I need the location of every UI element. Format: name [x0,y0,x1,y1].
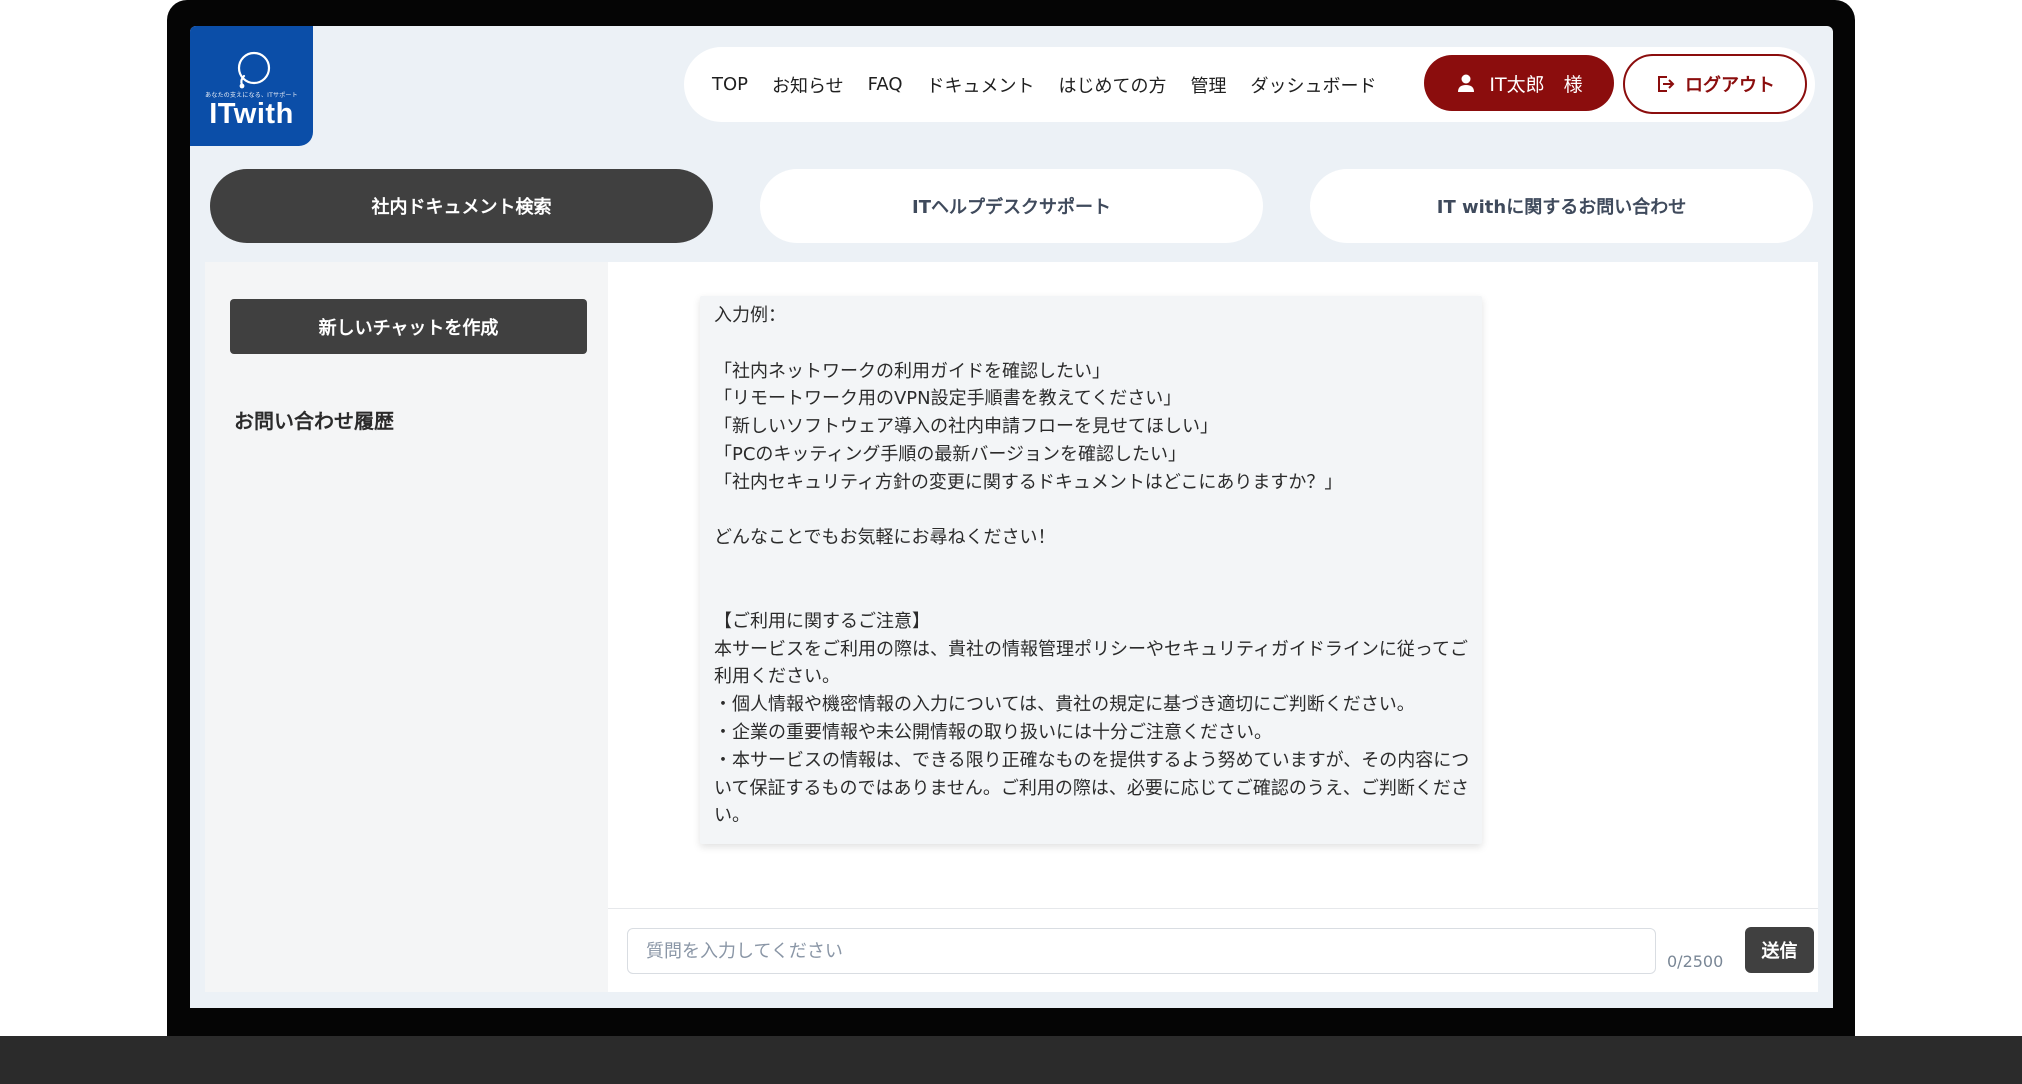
nav-link-documents[interactable]: ドキュメント [927,72,1035,98]
char-counter: 0/2500 [1667,952,1724,971]
nav-link-news[interactable]: お知らせ [772,72,844,98]
user-name: IT太郎 様 [1489,73,1583,96]
logout-icon [1658,76,1675,92]
app-screen: あなたの支えになる、ITサポート ITwith TOP お知らせ FAQ ドキュ… [190,26,1833,1008]
send-button[interactable]: 送信 [1745,927,1814,973]
tab-helpdesk-support[interactable]: ITヘルプデスクサポート [760,169,1263,243]
logo-name: ITwith [209,98,294,130]
user-button[interactable]: IT太郎 様 [1424,55,1614,111]
tab-itwith-inquiry[interactable]: IT withに関するお問い合わせ [1310,169,1813,243]
nav-link-admin[interactable]: 管理 [1191,72,1227,98]
history-title: お問い合わせ履歴 [234,409,394,433]
new-chat-button[interactable]: 新しいチャットを作成 [230,299,587,354]
sidebar: 新しいチャットを作成 お問い合わせ履歴 [205,262,608,992]
nav-links: TOP お知らせ FAQ ドキュメント はじめての方 管理 ダッシュボード [712,47,1377,122]
chat-area: 入力例： 「社内ネットワークの利用ガイドを確認したい」 「リモートワーク用のVP… [608,262,1818,992]
logout-button[interactable]: ログアウト [1623,54,1807,114]
tab-document-search[interactable]: 社内ドキュメント検索 [210,169,713,243]
logout-label: ログアウト [1685,75,1775,96]
input-divider [608,908,1818,909]
nav-link-top[interactable]: TOP [712,74,748,95]
user-icon [1458,74,1475,92]
message-text: 入力例： 「社内ネットワークの利用ガイドを確認したい」 「リモートワーク用のVP… [714,305,1470,827]
nav-link-beginners[interactable]: はじめての方 [1059,72,1167,98]
laptop-base [0,1036,2022,1084]
content-panel: 新しいチャットを作成 お問い合わせ履歴 入力例： 「社内ネットワークの利用ガイド… [205,262,1818,992]
itwith-logo[interactable]: あなたの支えになる、ITサポート ITwith [190,26,313,146]
headset-logo-icon [237,51,271,89]
assistant-message: 入力例： 「社内ネットワークの利用ガイドを確認したい」 「リモートワーク用のVP… [700,296,1482,844]
nav-link-faq[interactable]: FAQ [868,74,903,95]
nav-link-dashboard[interactable]: ダッシュボード [1251,72,1377,98]
question-input[interactable] [627,928,1656,974]
header-nav: TOP お知らせ FAQ ドキュメント はじめての方 管理 ダッシュボード IT… [684,47,1815,122]
